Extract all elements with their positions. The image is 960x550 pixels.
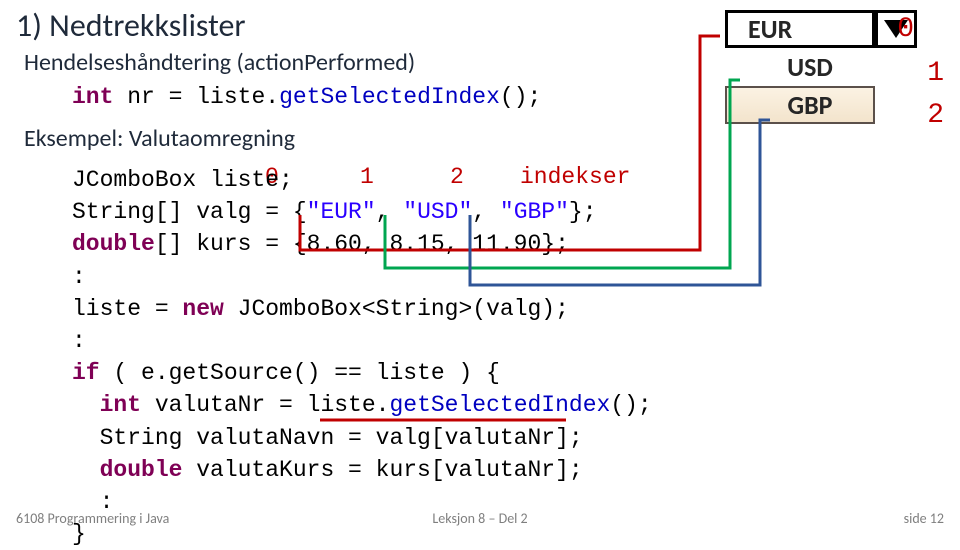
keyword-int-2: int <box>72 392 141 418</box>
method-getselectedindex: getSelectedIndex <box>279 84 500 110</box>
code-l2c2: , <box>472 199 500 225</box>
keyword-double-2: double <box>72 457 182 483</box>
dropdown-option-label: USD <box>787 51 833 83</box>
keyword-new: new <box>182 296 223 322</box>
code-l9: String valutaNavn = valg[valutaNr]; <box>72 425 583 451</box>
keyword-double: double <box>72 231 155 257</box>
keyword-if: if <box>72 360 100 386</box>
code-l8b: (); <box>610 392 651 418</box>
footer-lesson: Leksjon 8 – Del 2 <box>432 510 527 527</box>
dropdown-option-gbp[interactable]: GBP <box>725 86 875 124</box>
code-text: nr = liste. <box>113 84 279 110</box>
subtitle-example: Eksempel: Valutaomregning <box>24 124 295 153</box>
dropdown-index-1: 1 <box>927 58 944 89</box>
footer-page: side 12 <box>904 510 944 527</box>
code-l10a: valutaKurs = kurs[valutaNr]; <box>182 457 582 483</box>
dropdown-illustration: EUR USD GBP <box>725 10 920 124</box>
code-l2a: String[] valg = { <box>72 199 307 225</box>
code-l5b: JComboBox<String>(valg); <box>224 296 569 322</box>
code-l2b: }; <box>569 199 597 225</box>
keyword-int: int <box>72 84 113 110</box>
dropdown-option-usd[interactable]: USD <box>725 48 875 86</box>
code-l3: [] kurs = {8.60, 8.15, 11.90}; <box>155 231 569 257</box>
code-l1: JComboBox liste; <box>72 167 293 193</box>
footer-course: 6108 Programmering i Java <box>16 510 169 527</box>
dropdown-selected-label: EUR <box>748 13 792 45</box>
string-eur: "EUR" <box>307 199 376 225</box>
code-l5a: liste = <box>72 296 182 322</box>
code-getselectedindex-intro: int nr = liste.getSelectedIndex(); <box>72 84 541 110</box>
dropdown-index-0: 0 <box>897 14 914 45</box>
code-text: (); <box>500 84 541 110</box>
code-l6: : <box>72 328 86 354</box>
code-l7a: ( e.getSource() == liste ) { <box>100 360 500 386</box>
code-l8a: valutaNr = liste. <box>141 392 389 418</box>
code-l4: : <box>72 264 86 290</box>
slide-title: 1) Nedtrekkslister <box>16 6 246 45</box>
dropdown-selected-row[interactable]: EUR <box>725 10 875 48</box>
method-getselectedindex-2: getSelectedIndex <box>389 392 610 418</box>
code-l2c1: , <box>376 199 404 225</box>
subtitle-handler: Hendelseshåndtering (actionPerformed) <box>24 48 415 77</box>
dropdown-index-2: 2 <box>927 100 944 131</box>
dropdown-option-label: GBP <box>788 89 833 121</box>
string-usd: "USD" <box>403 199 472 225</box>
string-gbp: "GBP" <box>500 199 569 225</box>
code-block: JComboBox liste; String[] valg = {"EUR",… <box>72 164 652 550</box>
